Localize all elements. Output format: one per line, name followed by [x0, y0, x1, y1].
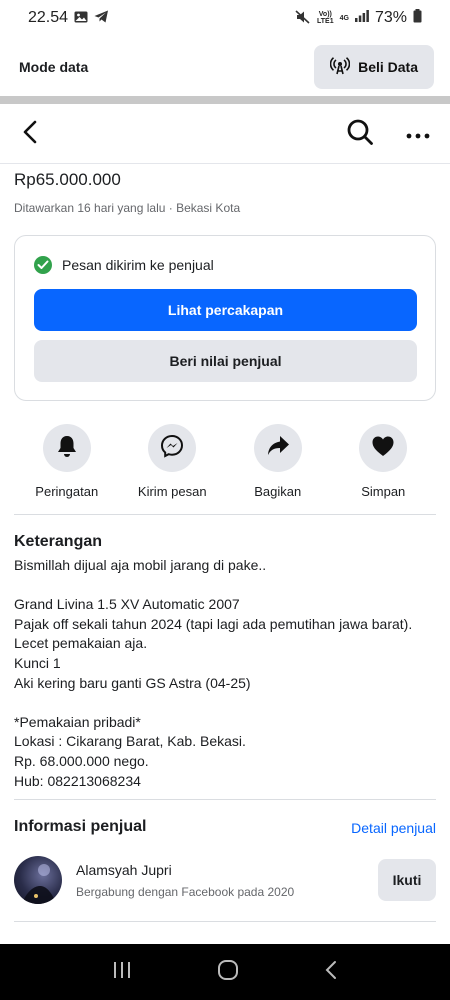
- action-save-label: Simpan: [361, 484, 406, 499]
- more-dots-icon: [406, 126, 430, 144]
- battery-percent: 73%: [374, 9, 407, 26]
- listing-meta: Ditawarkan 16 hari yang lalu · Bekasi Ko…: [14, 201, 241, 215]
- system-back-button[interactable]: [324, 960, 338, 985]
- section-divider: [14, 514, 436, 515]
- action-send-message-circle[interactable]: [148, 424, 197, 472]
- buy-data-button[interactable]: Beli Data: [314, 45, 434, 89]
- recent-apps-button[interactable]: [112, 961, 132, 984]
- system-nav-bar: [0, 944, 450, 1000]
- heart-icon: [371, 435, 395, 462]
- telegram-icon: [94, 10, 109, 26]
- volte-indicator: Vo)) LTE1: [317, 11, 334, 25]
- search-button[interactable]: [344, 119, 376, 151]
- seller-row: Alamsyah Jupri Bergabung dengan Facebook…: [14, 856, 436, 906]
- status-time: 22.54: [28, 9, 69, 26]
- network-gen: 4G: [339, 14, 349, 22]
- mute-icon: [295, 9, 311, 27]
- action-alert-label: Peringatan: [35, 484, 99, 499]
- bell-icon: [56, 434, 78, 463]
- seller-avatar[interactable]: [14, 856, 62, 904]
- section-divider: [14, 921, 436, 922]
- view-conversation-button[interactable]: Lihat percakapan: [34, 289, 417, 331]
- buy-data-label: Beli Data: [358, 59, 418, 75]
- action-send-message-label: Kirim pesan: [137, 484, 207, 499]
- action-alert[interactable]: Peringatan: [14, 424, 120, 499]
- mode-data-bar: Mode data Beli Data: [0, 38, 450, 96]
- description-text: Bismillah dijual aja mobil jarang di pak…: [14, 557, 413, 789]
- home-button[interactable]: [217, 959, 239, 986]
- top-nav-bar: [0, 106, 450, 164]
- status-right: Vo)) LTE1 4G 73%: [295, 8, 422, 28]
- seller-info-title: Informasi penjual: [14, 818, 147, 835]
- seller-joined: Bergabung dengan Facebook pada 2020: [76, 885, 295, 899]
- messenger-icon: [160, 434, 184, 463]
- action-save-circle[interactable]: [359, 424, 408, 472]
- mode-data-label: Mode data: [19, 59, 89, 75]
- listing-actions: Peringatan Kirim pesan Bagikan Simpan: [14, 424, 436, 499]
- seller-name[interactable]: Alamsyah Jupri: [76, 862, 172, 878]
- check-circle-icon: [34, 256, 52, 274]
- action-share-circle[interactable]: [253, 424, 302, 472]
- action-save[interactable]: Simpan: [331, 424, 437, 499]
- status-left: 22.54: [28, 9, 109, 27]
- back-button[interactable]: [14, 119, 46, 151]
- seller-detail-link[interactable]: Detail penjual: [351, 820, 436, 836]
- gallery-icon: [74, 10, 88, 26]
- message-sent-text: Pesan dikirim ke penjual: [62, 257, 214, 273]
- nav-actions: [344, 119, 434, 151]
- listing-price: Rp65.000.000: [14, 170, 121, 189]
- action-send-message[interactable]: Kirim pesan: [120, 424, 226, 499]
- more-options-button[interactable]: [402, 119, 434, 151]
- action-alert-circle[interactable]: [42, 424, 91, 472]
- battery-icon: [413, 8, 422, 28]
- share-icon: [266, 435, 290, 462]
- section-divider: [14, 799, 436, 800]
- status-bar: 22.54 Vo)) LTE1 4G 73%: [0, 0, 450, 36]
- action-share[interactable]: Bagikan: [225, 424, 331, 499]
- broadcast-icon: [329, 56, 351, 78]
- search-icon: [346, 118, 374, 151]
- signal-icon: [354, 9, 369, 27]
- description-title: Keterangan: [14, 533, 103, 550]
- action-share-label: Bagikan: [254, 484, 302, 499]
- mode-bar-divider: [0, 96, 450, 104]
- rate-seller-button[interactable]: Beri nilai penjual: [34, 340, 417, 382]
- back-arrow-icon: [22, 120, 38, 149]
- message-sent-card: Pesan dikirim ke penjual Lihat percakapa…: [14, 235, 436, 401]
- message-sent-status: Pesan dikirim ke penjual: [34, 256, 214, 274]
- follow-button[interactable]: Ikuti: [378, 859, 436, 901]
